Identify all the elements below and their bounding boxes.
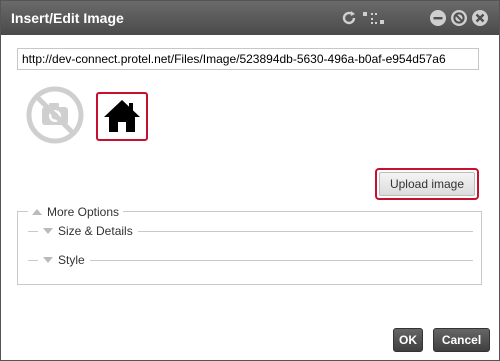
collapse-arrow-icon xyxy=(32,209,42,215)
image-url-input[interactable] xyxy=(17,48,479,70)
no-photo-icon[interactable] xyxy=(25,85,85,145)
dialog-titlebar[interactable]: Insert/Edit Image xyxy=(1,1,499,35)
ok-button[interactable]: OK xyxy=(393,328,423,352)
cancel-button[interactable]: Cancel xyxy=(433,328,490,352)
section-style[interactable]: Style xyxy=(28,253,473,267)
more-options-panel: More Options Size & Details Style xyxy=(17,205,482,285)
minimize-icon[interactable] xyxy=(429,9,447,27)
more-options-toggle[interactable]: More Options xyxy=(28,205,124,219)
refresh-icon[interactable] xyxy=(340,9,358,27)
selected-image-thumbnail[interactable] xyxy=(96,92,148,141)
more-options-label: More Options xyxy=(47,205,120,219)
section-label: Size & Details xyxy=(58,224,133,238)
dialog-title: Insert/Edit Image xyxy=(11,10,124,26)
expand-arrow-icon xyxy=(43,257,53,263)
upload-image-button[interactable]: Upload image xyxy=(375,168,479,200)
home-icon xyxy=(104,100,140,132)
dialog-close-icon[interactable] xyxy=(471,9,489,27)
upload-image-label: Upload image xyxy=(379,172,475,196)
insert-edit-image-dialog: Insert/Edit Image http://dev-connect.pro… xyxy=(0,0,500,361)
section-size-details[interactable]: Size & Details xyxy=(28,224,473,238)
expand-arrow-icon xyxy=(43,228,53,234)
resize-icon[interactable] xyxy=(362,9,386,27)
close-icon[interactable] xyxy=(450,9,468,27)
section-label: Style xyxy=(58,253,85,267)
